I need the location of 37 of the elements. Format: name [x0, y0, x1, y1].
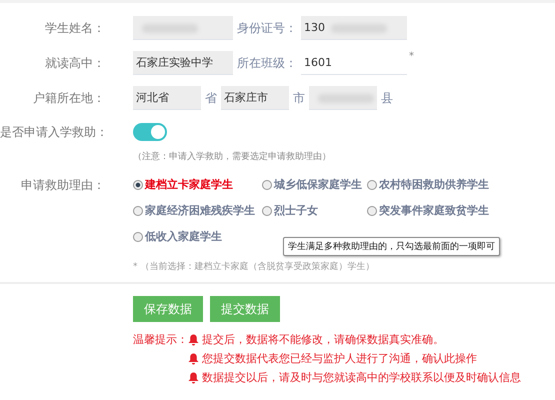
unit-label: 县 [381, 90, 393, 106]
field-label: 学生姓名： [44, 20, 105, 36]
tips-label: 温馨提示： [133, 332, 188, 347]
unit-label: 省 [205, 90, 217, 106]
input-field[interactable]: 河北省 [133, 86, 201, 110]
bell-icon [188, 372, 199, 384]
field-label: 所在班级： [237, 54, 297, 72]
field-label: 申请救助理由： [20, 177, 105, 194]
input-field[interactable]: 130 [301, 16, 407, 40]
field-label: 是否申请入学救助： [0, 124, 105, 140]
radio-option[interactable]: 家庭经济困难残疾学生 [133, 203, 260, 218]
tip-text: 数据提交以后，请及时与您就读高中的学校联系以便及时确认信息 [202, 370, 521, 385]
input-field[interactable] [133, 16, 233, 40]
submit-button[interactable]: 提交数据 [210, 296, 280, 322]
input-field[interactable] [309, 86, 377, 110]
radio-option[interactable]: 突发事件家庭致贫学生 [367, 203, 489, 218]
save-button[interactable]: 保存数据 [133, 296, 203, 322]
input-field[interactable]: 石家庄市 [221, 86, 289, 110]
selection-note: * （当前选择：建档立卡家庭（含脱贫享受政策家庭）学生） [133, 260, 376, 273]
radio-option[interactable]: 建档立卡家庭学生 [133, 177, 260, 192]
radio-option[interactable]: 低收入家庭学生 [133, 229, 260, 244]
bell-icon [188, 334, 199, 346]
note-text: （注意：申请入学救助，需要选定申请救助理由） [133, 150, 332, 163]
field-label: 就读高中： [44, 54, 105, 72]
field-label: 身份证号： [237, 20, 297, 36]
required-mark: * [409, 51, 414, 62]
tooltip: 学生满足多种救助理由的，只勾选最前面的一项即可 [283, 237, 500, 256]
bell-icon [188, 352, 199, 364]
tip-text: 您提交数据代表您已经与监护人进行了沟通，确认此操作 [202, 351, 477, 366]
unit-label: 市 [293, 90, 305, 106]
radio-option[interactable]: 农村特困救助供养学生 [367, 177, 489, 192]
input-field[interactable]: 石家庄实验中学 [133, 51, 233, 75]
toggle-switch[interactable] [133, 123, 167, 141]
radio-option[interactable]: 城乡低保家庭学生 [262, 177, 365, 192]
tip-text: 提交后，数据将不能修改，请确保数据真实准确。 [202, 332, 444, 347]
radio-option[interactable]: 烈士子女 [262, 203, 365, 218]
field-label: 户籍所在地： [32, 90, 105, 106]
